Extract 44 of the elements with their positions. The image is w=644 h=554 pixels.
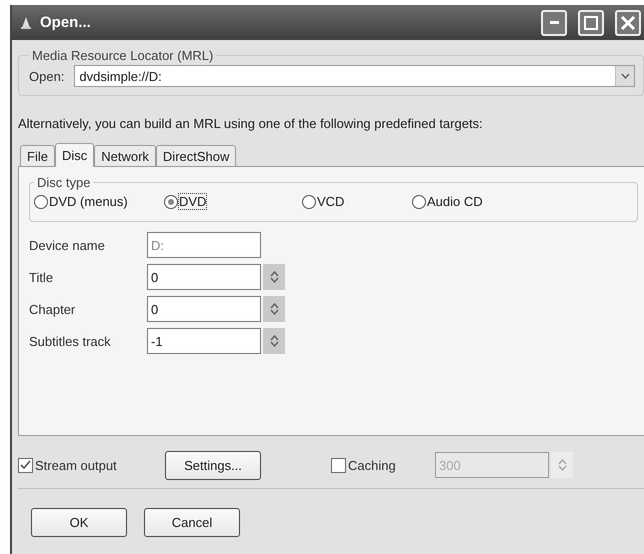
checkbox-label: Caching [348, 458, 396, 472]
radio-label[interactable]: Audio CD [427, 194, 483, 209]
radio-label[interactable]: DVD [179, 194, 206, 209]
dropdown-button[interactable] [615, 66, 634, 86]
checkbox-label: Stream output [35, 458, 117, 472]
cone-icon [20, 16, 32, 30]
spin-button[interactable] [263, 264, 285, 290]
input-field[interactable]: -1 [147, 328, 261, 354]
close-button[interactable] [615, 10, 641, 36]
field-label: Subtitles track [29, 334, 112, 348]
spin-button[interactable] [263, 328, 285, 354]
checkbox[interactable] [18, 458, 33, 472]
hint-text: Alternatively, you can build an MRL using one of the following predefined targets: [18, 116, 484, 131]
group-title: Disc type [36, 175, 92, 190]
tab[interactable]: DirectShow [156, 145, 236, 166]
maximize-icon [584, 16, 598, 30]
radio-button[interactable] [164, 194, 178, 208]
close-icon [621, 16, 635, 30]
group-title: Media Resource Locator (MRL) [31, 48, 214, 63]
input-field[interactable]: 0 [147, 296, 261, 322]
window-title: Open... [40, 14, 92, 31]
radio-button[interactable] [412, 194, 426, 208]
radio-label[interactable]: VCD [317, 194, 344, 209]
open-label: Open: [29, 68, 64, 84]
radio-button[interactable] [302, 194, 316, 208]
field-label: Device name [29, 238, 106, 252]
field-label: Title [29, 270, 54, 284]
minimize-button[interactable] [541, 10, 567, 36]
tab[interactable]: File [20, 145, 55, 166]
input-field[interactable]: 0 [147, 264, 261, 290]
maximize-button[interactable] [578, 10, 604, 36]
spin-button[interactable] [551, 452, 573, 478]
settings-button[interactable]: Settings... [165, 450, 261, 480]
dialog-button[interactable]: Cancel [144, 508, 240, 537]
mrl-combobox[interactable]: dvdsimple://D: [74, 65, 635, 87]
tab[interactable]: Disc [54, 143, 94, 167]
radio-button[interactable] [34, 194, 48, 208]
field-label: Chapter [29, 302, 76, 316]
dialog-button[interactable]: OK [31, 508, 127, 537]
radio-label[interactable]: DVD (menus) [49, 194, 128, 209]
check-icon [20, 460, 31, 470]
spin-button[interactable] [263, 296, 285, 322]
tab[interactable]: Network [94, 145, 156, 166]
minimize-icon [550, 21, 558, 24]
